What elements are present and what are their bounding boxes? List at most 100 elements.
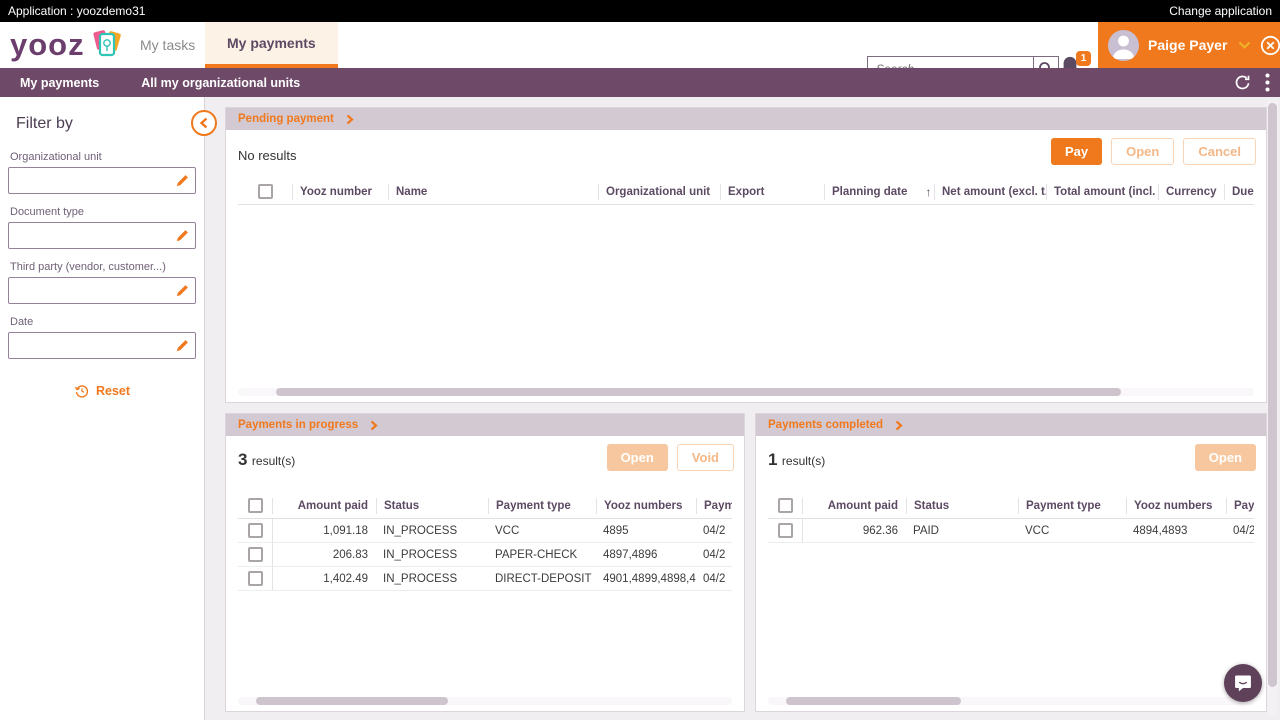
void-button[interactable]: Void <box>677 444 734 471</box>
amount-paid-value: 962.36 <box>802 519 906 542</box>
kebab-menu-button[interactable] <box>1265 73 1270 92</box>
payments-completed-panel: Payments completed 1 result(s) Open Amou… <box>755 413 1267 712</box>
payments-in-progress-title: Payments in progress <box>238 419 358 431</box>
filter-field-organizational-unit: Organizational unit <box>8 151 196 194</box>
tab-my-payments[interactable]: My payments <box>205 22 338 68</box>
logout-close-button[interactable] <box>1260 35 1280 56</box>
pending-payment-header[interactable]: Pending payment <box>226 108 1266 130</box>
yooz-numbers-value: 4895 <box>596 525 696 537</box>
edit-pencil-icon[interactable] <box>175 283 190 298</box>
organizational-unit-input[interactable] <box>8 167 196 194</box>
column-status[interactable]: Status <box>906 498 1018 514</box>
table-row[interactable]: 1,091.18 IN_PROCESS VCC 4895 04/2 <box>238 519 732 543</box>
payments-completed-title: Payments completed <box>768 419 883 431</box>
column-status[interactable]: Status <box>376 498 488 514</box>
payment-date-value: 04/2 <box>696 525 732 537</box>
chat-bubble-icon <box>1233 673 1253 693</box>
column-yooz-numbers[interactable]: Yooz numbers <box>596 498 696 514</box>
column-yooz-numbers[interactable]: Yooz numbers <box>1126 498 1226 514</box>
date-input[interactable] <box>8 332 196 359</box>
yooz-numbers-value: 4897,4896 <box>596 549 696 561</box>
sidebar-collapse-button[interactable] <box>191 110 217 136</box>
table-row[interactable]: 962.36 PAID VCC 4894,4893 04/2 <box>768 519 1254 543</box>
result-count-label: result(s) <box>782 454 825 468</box>
page-vertical-scrollbar[interactable] <box>1267 99 1278 717</box>
row-checkbox[interactable] <box>778 523 793 538</box>
column-net-amount[interactable]: Net amount (excl. t... <box>934 184 1046 200</box>
no-results-text: No results <box>238 148 297 163</box>
column-payment-date[interactable]: Payme <box>696 498 732 514</box>
edit-pencil-icon[interactable] <box>175 338 190 353</box>
payment-type-value: PAPER-CHECK <box>488 549 596 561</box>
completed-table-header: Amount paid Status Payment type Yooz num… <box>768 493 1254 519</box>
column-amount-paid[interactable]: Amount paid <box>802 498 906 514</box>
cancel-button[interactable]: Cancel <box>1183 138 1256 165</box>
reset-history-icon <box>74 383 90 399</box>
filter-field-third-party: Third party (vendor, customer...) <box>8 261 196 304</box>
payments-completed-header[interactable]: Payments completed <box>756 414 1266 436</box>
sort-ascending-icon[interactable]: ↑ <box>925 184 931 200</box>
column-name[interactable]: Name <box>388 184 598 200</box>
tab-my-tasks[interactable]: My tasks <box>118 22 217 68</box>
chevron-right-icon <box>895 420 903 431</box>
third-party-input[interactable] <box>8 277 196 304</box>
select-all-checkbox[interactable] <box>258 184 273 199</box>
open-button[interactable]: Open <box>1195 444 1256 471</box>
table-row[interactable]: 206.83 IN_PROCESS PAPER-CHECK 4897,4896 … <box>238 543 732 567</box>
select-all-checkbox[interactable] <box>248 498 263 513</box>
chevron-right-icon <box>370 420 378 431</box>
pending-payment-title: Pending payment <box>238 113 334 125</box>
row-checkbox[interactable] <box>248 571 263 586</box>
subnav-all-organizational-units[interactable]: All my organizational units <box>141 76 300 90</box>
column-planning-date-label: Planning date <box>832 184 907 200</box>
filter-label: Date <box>10 316 196 328</box>
subnav-my-payments[interactable]: My payments <box>20 76 99 90</box>
row-checkbox[interactable] <box>248 547 263 562</box>
edit-pencil-icon[interactable] <box>175 173 190 188</box>
change-application-link[interactable]: Change application <box>1169 4 1272 18</box>
payment-type-value: VCC <box>1018 525 1126 537</box>
document-type-input[interactable] <box>8 222 196 249</box>
payment-type-value: DIRECT-DEPOSIT <box>488 573 596 585</box>
application-name-label: Application : yoozdemo31 <box>8 4 145 18</box>
chat-widget-button[interactable] <box>1224 664 1262 702</box>
yooz-numbers-value: 4894,4893 <box>1126 525 1226 537</box>
yooz-numbers-value: 4901,4899,4898,4900,... <box>596 573 696 585</box>
table-row[interactable]: 1,402.49 IN_PROCESS DIRECT-DEPOSIT 4901,… <box>238 567 732 591</box>
column-payment-type[interactable]: Payment type <box>488 498 596 514</box>
filter-label: Third party (vendor, customer...) <box>10 261 196 273</box>
completed-horizontal-scrollbar[interactable] <box>768 697 1254 705</box>
yooz-logo[interactable]: yooz <box>10 25 125 65</box>
open-button[interactable]: Open <box>607 444 668 471</box>
row-checkbox[interactable] <box>248 523 263 538</box>
edit-pencil-icon[interactable] <box>175 228 190 243</box>
status-value: PAID <box>906 525 1018 537</box>
reset-filters-button[interactable]: Reset <box>0 383 204 399</box>
column-due-date[interactable]: Due date <box>1224 184 1254 200</box>
column-currency[interactable]: Currency <box>1158 184 1224 200</box>
payments-in-progress-header[interactable]: Payments in progress <box>226 414 744 436</box>
column-organizational-unit[interactable]: Organizational unit <box>598 184 720 200</box>
filter-field-document-type: Document type <box>8 206 196 249</box>
status-value: IN_PROCESS <box>376 573 488 585</box>
column-yooz-number[interactable]: Yooz number <box>292 184 388 200</box>
filter-field-date: Date <box>8 316 196 359</box>
amount-paid-value: 1,091.18 <box>272 519 376 542</box>
amount-paid-value: 1,402.49 <box>272 567 376 590</box>
payment-date-value: 04/2 <box>696 549 732 561</box>
pay-button[interactable]: Pay <box>1051 138 1102 165</box>
refresh-button[interactable] <box>1234 74 1251 91</box>
in-progress-horizontal-scrollbar[interactable] <box>238 697 732 705</box>
pending-horizontal-scrollbar[interactable] <box>238 388 1254 396</box>
select-all-checkbox[interactable] <box>778 498 793 513</box>
column-amount-paid[interactable]: Amount paid <box>272 498 376 514</box>
filter-title: Filter by <box>16 115 204 133</box>
column-planning-date[interactable]: Planning date ↑ <box>824 184 934 200</box>
main-header: yooz My tasks My payments <box>0 22 1280 68</box>
column-payment-type[interactable]: Payment type <box>1018 498 1126 514</box>
open-button[interactable]: Open <box>1111 138 1174 165</box>
user-menu[interactable]: Paige Payer <box>1098 22 1280 68</box>
column-export[interactable]: Export <box>720 184 824 200</box>
column-total-amount[interactable]: Total amount (incl. ... <box>1046 184 1158 200</box>
column-payment-date[interactable]: Payme <box>1226 498 1254 514</box>
